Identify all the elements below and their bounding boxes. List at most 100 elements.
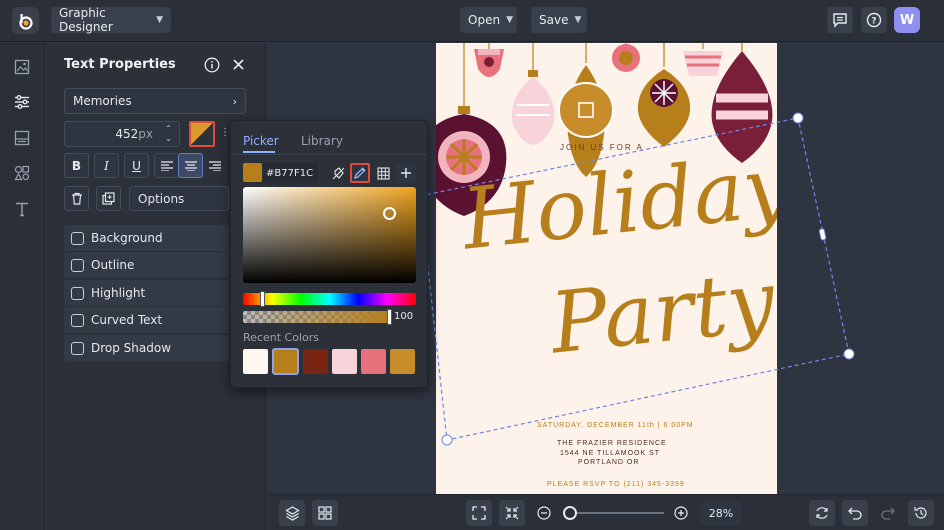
- grid-view-button[interactable]: [312, 500, 338, 526]
- history-icon: [914, 507, 927, 519]
- recent-color-swatch[interactable]: [390, 349, 415, 374]
- color-selector-handle[interactable]: [383, 207, 396, 220]
- info-icon[interactable]: [204, 57, 220, 73]
- layers-button[interactable]: [279, 500, 305, 526]
- options-dropdown[interactable]: Options: [129, 186, 229, 211]
- options-label: Options: [138, 191, 185, 206]
- eyedropper-icon: [354, 167, 366, 179]
- current-color-swatch: [243, 163, 262, 182]
- align-left-button[interactable]: [154, 153, 179, 178]
- recent-color-swatch[interactable]: [303, 349, 328, 374]
- refresh-button[interactable]: [809, 500, 835, 526]
- tab-picker[interactable]: Picker: [243, 134, 279, 148]
- font-family-select[interactable]: Memories ›: [64, 88, 246, 114]
- background-checkbox[interactable]: Background: [64, 225, 229, 251]
- recent-color-swatch[interactable]: [332, 349, 357, 374]
- hue-slider-handle[interactable]: [260, 291, 265, 307]
- chevron-down-icon: ▼: [506, 15, 513, 25]
- recent-color-swatch[interactable]: [243, 349, 268, 374]
- grid-view-icon: [318, 506, 332, 520]
- align-center-icon: [184, 160, 197, 171]
- zoom-slider-handle[interactable]: [563, 506, 577, 520]
- panel-title: Text Properties: [64, 57, 176, 72]
- duplicate-button[interactable]: [96, 186, 121, 211]
- italic-button[interactable]: I: [94, 153, 119, 178]
- grid-icon[interactable]: [374, 164, 392, 182]
- history-button[interactable]: [908, 500, 934, 526]
- chevron-down-icon: ▼: [156, 15, 163, 25]
- recent-color-swatch[interactable]: [272, 348, 299, 375]
- help-button[interactable]: ?: [861, 7, 887, 33]
- adjustments-tool-icon[interactable]: [12, 92, 32, 112]
- align-center-button[interactable]: [178, 153, 203, 178]
- more-options-icon[interactable]: ⋮: [220, 127, 230, 141]
- font-size-stepper[interactable]: ⌃ ⌄: [165, 124, 172, 144]
- fit-screen-button[interactable]: [466, 500, 492, 526]
- zoom-out-icon[interactable]: [537, 506, 551, 520]
- chevron-down-icon: ▼: [574, 15, 582, 25]
- text-color-button[interactable]: [189, 121, 215, 147]
- eyedropper-button[interactable]: [350, 163, 370, 183]
- close-icon[interactable]: [232, 58, 245, 71]
- highlight-checkbox[interactable]: Highlight: [64, 280, 229, 306]
- checkbox-label: Drop Shadow: [91, 341, 172, 355]
- actual-size-button[interactable]: [499, 500, 525, 526]
- hue-slider[interactable]: [243, 293, 416, 305]
- font-size-input[interactable]: 452 px ⌃ ⌄: [64, 121, 180, 147]
- recent-color-swatch[interactable]: [361, 349, 386, 374]
- bottom-toolbar: 28%: [267, 494, 944, 530]
- tabs-divider: [231, 154, 427, 155]
- comments-button[interactable]: [827, 7, 853, 33]
- checkbox-label: Highlight: [91, 286, 146, 300]
- open-button[interactable]: Open ▼: [460, 7, 517, 33]
- svg-text:?: ?: [871, 17, 876, 27]
- address-line-1: 1544 NE TILLAMOOK ST: [560, 450, 661, 457]
- zoom-slider[interactable]: [563, 512, 664, 514]
- text-tool-icon[interactable]: [12, 199, 32, 219]
- zoom-value[interactable]: 28%: [701, 501, 741, 525]
- graphics-tool-icon[interactable]: [12, 163, 32, 183]
- outline-checkbox[interactable]: Outline: [64, 252, 229, 278]
- opacity-slider[interactable]: [243, 311, 391, 323]
- user-avatar[interactable]: W: [894, 7, 920, 33]
- app-logo[interactable]: [12, 7, 39, 34]
- saturation-value-area[interactable]: [243, 187, 416, 283]
- expand-icon: [472, 506, 486, 520]
- recent-colors-label: Recent Colors: [243, 331, 319, 344]
- redo-button[interactable]: [875, 500, 901, 526]
- undo-icon: [848, 507, 862, 520]
- align-right-button[interactable]: [202, 153, 227, 178]
- opacity-slider-handle[interactable]: [387, 309, 392, 325]
- curved-text-checkbox[interactable]: Curved Text: [64, 307, 229, 333]
- underline-button[interactable]: U: [124, 153, 149, 178]
- no-fill-icon[interactable]: [329, 164, 347, 182]
- logo-icon: [18, 13, 33, 30]
- color-picker-popover: Picker Library #B77F1C 100 Recent Colors: [230, 120, 428, 388]
- layout-tool-icon[interactable]: [12, 128, 32, 148]
- undo-button[interactable]: [842, 500, 868, 526]
- collapse-icon: [505, 506, 519, 520]
- duplicate-icon: [102, 192, 115, 205]
- font-size-value: 452: [115, 127, 139, 141]
- chevron-right-icon: ›: [232, 94, 237, 108]
- app-mode-menu[interactable]: Graphic Designer ▼: [51, 6, 171, 34]
- drop-shadow-checkbox[interactable]: Drop Shadow: [64, 335, 229, 361]
- bold-button[interactable]: B: [64, 153, 89, 178]
- checkbox-box: [71, 341, 84, 355]
- checkbox-box: [71, 286, 84, 300]
- add-color-icon[interactable]: [396, 163, 416, 183]
- align-right-icon: [208, 160, 221, 171]
- zoom-in-icon[interactable]: [674, 506, 688, 520]
- save-button[interactable]: Save ▼: [531, 7, 587, 33]
- rotate-handle: [558, 82, 614, 138]
- address-line-2: PORTLAND OR: [578, 459, 640, 466]
- image-tool-icon[interactable]: [12, 57, 32, 77]
- checkbox-label: Outline: [91, 258, 135, 272]
- save-label: Save: [539, 13, 569, 27]
- delete-button[interactable]: [64, 186, 89, 211]
- venue-line: THE FRAZIER RESIDENCE: [557, 440, 667, 447]
- rsvp-line: PLEASE RSVP TO (211) 345-3399: [547, 481, 685, 488]
- tab-library[interactable]: Library: [301, 134, 343, 148]
- opacity-value[interactable]: 100: [394, 311, 413, 322]
- hex-input[interactable]: #B77F1C: [263, 163, 318, 183]
